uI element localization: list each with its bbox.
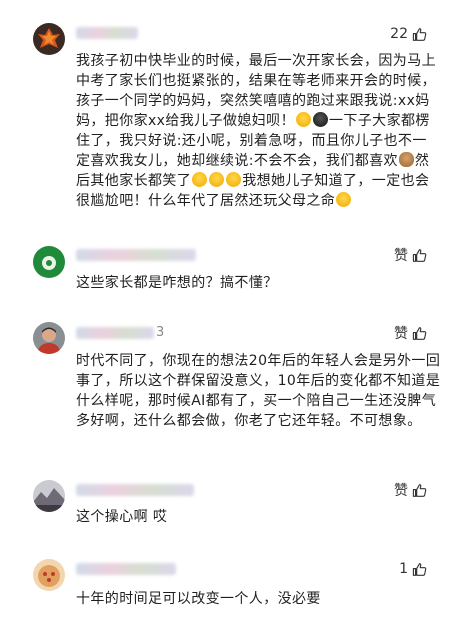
thumbs-up-icon <box>412 562 427 576</box>
thumbs-up-icon <box>412 27 427 41</box>
thumbs-up-icon <box>412 483 427 497</box>
avatar[interactable] <box>33 246 65 278</box>
like-count: 1 <box>399 561 408 577</box>
smile-emoji-icon <box>226 172 242 187</box>
commenter-name[interactable] <box>76 246 196 264</box>
like-button[interactable]: 22 <box>390 25 427 43</box>
comment-text: 时代不同了，你现在的想法20年后的年轻人会是另外一回事了，所以这个群保留没意义，… <box>76 353 441 429</box>
smile-emoji-icon <box>295 112 311 127</box>
commenter-name[interactable] <box>76 560 176 578</box>
thumbs-up-icon <box>412 248 427 262</box>
commenter-name[interactable]: 3 <box>76 324 164 342</box>
smile-emoji-icon <box>336 192 352 207</box>
comment-text: 这些家长都是咋想的？搞不懂？ <box>76 275 278 291</box>
like-button[interactable]: 赞 <box>394 324 427 342</box>
comment-text: 这个操心啊 哎 <box>76 509 168 525</box>
comment-text: 十年的时间足可以改变一个人，没必要 <box>76 591 321 607</box>
commenter-name[interactable] <box>76 481 194 499</box>
thumbs-up-icon <box>412 326 427 340</box>
avatar[interactable] <box>33 322 65 354</box>
monkey-emoji-icon <box>398 152 414 167</box>
like-button[interactable]: 赞 <box>394 246 427 264</box>
like-count: 赞 <box>394 483 408 499</box>
like-count: 赞 <box>394 248 408 264</box>
like-button[interactable]: 赞 <box>394 481 427 499</box>
like-count: 22 <box>390 26 408 42</box>
comment-text: 我孩子初中快毕业的时候，最后一次开家长会，因为马上中考了家长们也挺紧张的，结果在… <box>76 53 436 209</box>
avatar[interactable] <box>33 559 65 591</box>
shocked-emoji-icon <box>312 112 328 127</box>
avatar[interactable] <box>33 23 65 55</box>
like-count: 赞 <box>394 326 408 342</box>
smile-emoji-icon <box>209 172 225 187</box>
avatar[interactable] <box>33 480 65 512</box>
like-button[interactable]: 1 <box>399 560 427 578</box>
smile-emoji-icon <box>192 172 208 187</box>
commenter-name[interactable] <box>76 24 140 42</box>
